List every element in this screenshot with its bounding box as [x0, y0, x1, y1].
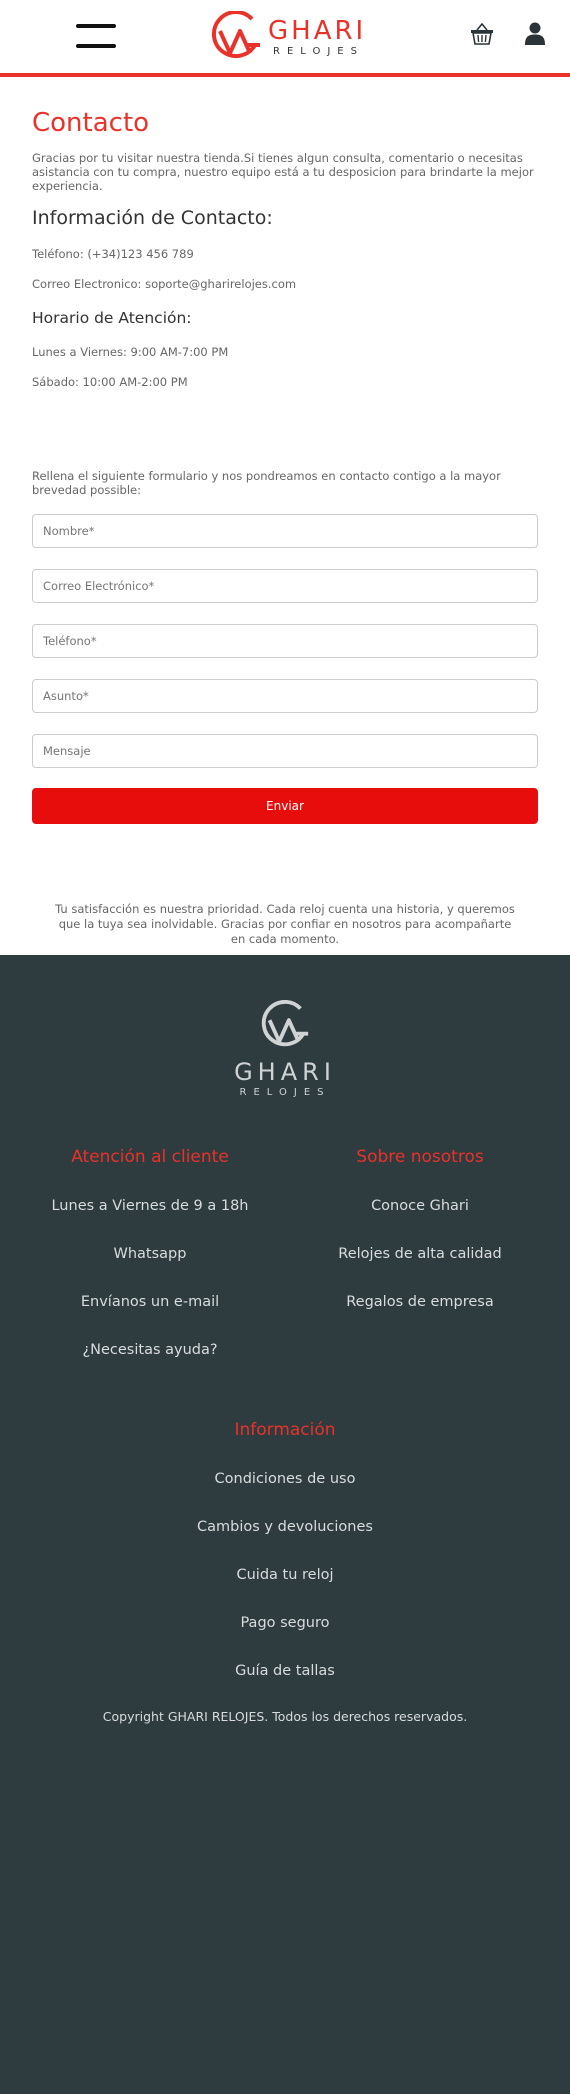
- about-heading: Sobre nosotros: [356, 1147, 484, 1167]
- satisfaction-tagline: Tu satisfacción es nuestra prioridad. Ca…: [55, 902, 515, 946]
- brand-name: GHARI: [268, 16, 367, 46]
- form-intro: Rellena el siguiente formulario y nos po…: [32, 469, 501, 497]
- footer-link-help[interactable]: ¿Necesitas ayuda?: [20, 1340, 280, 1360]
- name-field[interactable]: [32, 514, 538, 548]
- site-footer: GHARI RELOJES Atención al cliente Lunes …: [0, 955, 570, 2094]
- contact-form: Enviar: [32, 514, 538, 824]
- footer-brand-sub: RELOJES: [239, 1087, 331, 1098]
- footer-link-gifts[interactable]: Regalos de empresa: [290, 1292, 550, 1312]
- page-title: Contacto: [32, 108, 150, 138]
- customer-service-heading: Atención al cliente: [71, 1147, 229, 1167]
- footer-link-quality[interactable]: Relojes de alta calidad: [290, 1244, 550, 1264]
- menu-icon[interactable]: [76, 24, 116, 48]
- copyright: Copyright GHARI RELOJES. Todos los derec…: [102, 1709, 468, 1724]
- footer-link-conoce[interactable]: Conoce Ghari: [290, 1196, 550, 1216]
- hours-heading: Horario de Atención:: [32, 309, 192, 327]
- email-field[interactable]: [32, 569, 538, 603]
- ghari-logo-mark-icon: [211, 10, 260, 59]
- ghari-logo-mark-icon: [261, 1000, 309, 1047]
- brand-sub: RELOJES: [273, 46, 364, 57]
- footer-link-email[interactable]: Envíanos un e-mail: [20, 1292, 280, 1312]
- footer-link-returns[interactable]: Cambios y devoluciones: [0, 1517, 570, 1537]
- contact-email: Correo Electronico: soporte@gharirelojes…: [32, 277, 297, 291]
- contact-intro: Gracias por tu visitar nuestra tienda.Si…: [32, 151, 534, 193]
- footer-link-payment[interactable]: Pago seguro: [0, 1613, 570, 1633]
- footer-link-sizes[interactable]: Guía de tallas: [0, 1661, 570, 1681]
- footer-link-terms[interactable]: Condiciones de uso: [0, 1469, 570, 1489]
- basket-icon[interactable]: [470, 22, 494, 46]
- footer-logo[interactable]: GHARI RELOJES: [230, 1000, 340, 1100]
- footer-brand-name: GHARI: [234, 1058, 336, 1086]
- phone-field[interactable]: [32, 624, 538, 658]
- customer-service-column: Atención al cliente Lunes a Viernes de 9…: [20, 1146, 280, 1360]
- footer-link-whatsapp[interactable]: Whatsapp: [20, 1244, 280, 1264]
- brand-logo[interactable]: GHARI RELOJES: [208, 10, 374, 61]
- site-header: GHARI RELOJES: [0, 0, 570, 77]
- contact-phone: Teléfono: (+34)123 456 789: [32, 247, 194, 261]
- contact-page: Contacto Gracias por tu visitar nuestra …: [0, 77, 570, 947]
- about-column: Sobre nosotros Conoce Ghari Relojes de a…: [290, 1146, 550, 1312]
- footer-link-care[interactable]: Cuida tu reloj: [0, 1565, 570, 1585]
- user-icon[interactable]: [524, 22, 546, 46]
- subject-field[interactable]: [32, 679, 538, 713]
- message-field[interactable]: [32, 734, 538, 768]
- info-heading: Información: [234, 1420, 336, 1440]
- contact-info-heading: Información de Contacto:: [32, 207, 273, 229]
- submit-button[interactable]: Enviar: [32, 788, 538, 824]
- info-column: Información Condiciones de uso Cambios y…: [0, 1419, 570, 1681]
- hours-saturday: Sábado: 10:00 AM-2:00 PM: [32, 375, 188, 389]
- hours-weekdays: Lunes a Viernes: 9:00 AM-7:00 PM: [32, 345, 229, 359]
- footer-link-hours[interactable]: Lunes a Viernes de 9 a 18h: [20, 1196, 280, 1216]
